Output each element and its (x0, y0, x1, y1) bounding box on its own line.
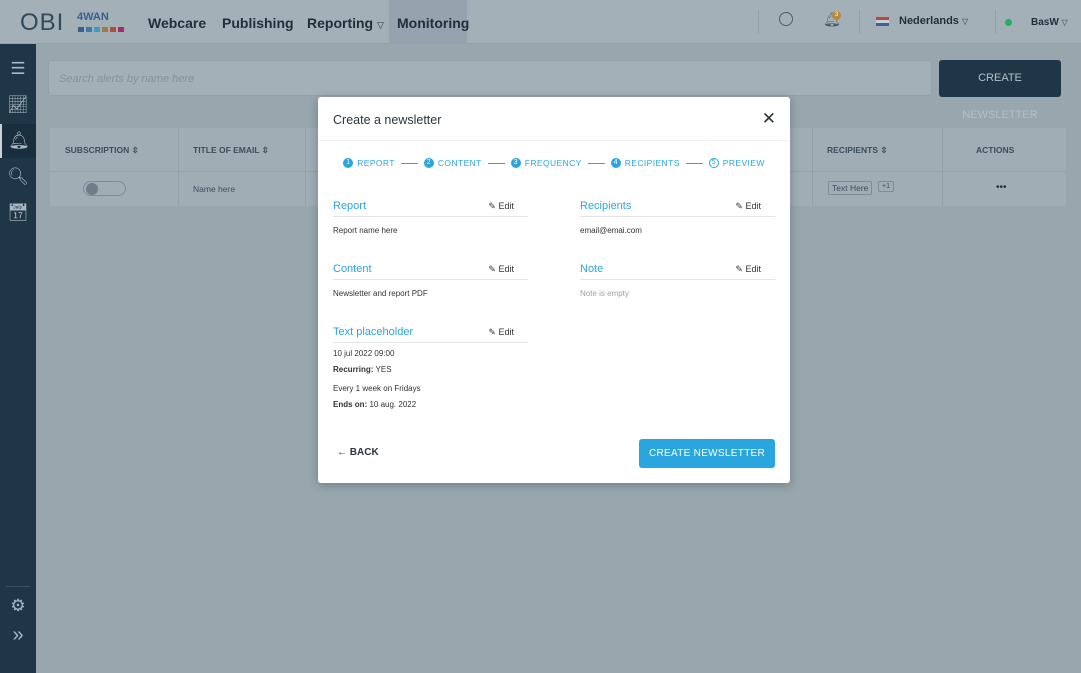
edit-report-button[interactable]: ✎ Edit (488, 201, 514, 212)
edit-content-button[interactable]: ✎ Edit (488, 264, 514, 275)
nav-webcare[interactable]: Webcare (140, 0, 214, 44)
pencil-icon: ✎ (488, 201, 496, 211)
nav-reporting[interactable]: Reporting ▽ (299, 0, 392, 44)
top-header: OBI 4WAN Webcare Publishing Reporting ▽ M… (0, 0, 1081, 44)
section-schedule: Text placeholder ✎ Edit 10 jul 2022 09:00… (333, 323, 528, 412)
calendar-clock-icon[interactable]: 📅︎ (0, 196, 36, 230)
step-content[interactable]: 2 CONTENT (423, 158, 482, 168)
subscription-toggle[interactable] (83, 181, 126, 196)
recipient-tag: Text Here (828, 181, 873, 195)
column-header-actions: ACTIONS (976, 145, 1015, 155)
notification-badge: 3 (832, 11, 841, 20)
search-icon[interactable] (779, 12, 793, 26)
column-header-subscription[interactable]: SUBSCRIPTION ⇳ (65, 145, 139, 156)
submit-create-newsletter-button[interactable]: CREATE NEWSLETTER (639, 439, 775, 468)
recipient-more-badge[interactable]: +1 (878, 181, 894, 192)
chevron-down-icon: ▽ (377, 20, 384, 30)
nav-monitoring[interactable]: Monitoring (389, 0, 469, 44)
edit-recipients-button[interactable]: ✎ Edit (735, 201, 761, 212)
nav-reporting-label: Reporting (307, 15, 374, 31)
stepper: 1 REPORT 2 CONTENT 3 FREQUENCY 4 RECIPIENTS … (318, 158, 790, 168)
column-header-recipients[interactable]: RECIPIENTS ⇳ (827, 145, 888, 156)
logo[interactable]: OBI 4WAN (20, 9, 124, 37)
edit-schedule-button[interactable]: ✎ Edit (488, 327, 514, 338)
user-menu[interactable]: BasW ▽ (1031, 17, 1068, 28)
create-newsletter-modal: Create a newsletter ✕ 1 REPORT 2 CONTENT 3… (318, 97, 790, 483)
column-header-title[interactable]: TITLE OF EMAIL ⇳ (193, 145, 269, 156)
section-content: Content ✎ Edit Newsletter and report PDF (333, 260, 528, 302)
pencil-icon: ✎ (735, 264, 743, 274)
pencil-icon: ✎ (735, 201, 743, 211)
step-report[interactable]: 1 REPORT (343, 158, 395, 168)
online-status-dot (1005, 19, 1012, 26)
analytics-icon[interactable]: 📈︎ (0, 88, 36, 122)
report-search-icon[interactable]: 🔍︎ (0, 160, 36, 194)
section-report: Report ✎ Edit Report name here (333, 197, 528, 239)
create-newsletter-button[interactable]: CREATE NEWSLETTER (939, 60, 1061, 121)
back-button[interactable]: ← BACK (337, 447, 379, 458)
nav-publishing[interactable]: Publishing (214, 0, 302, 44)
alert-bell-icon[interactable]: 🔔︎ (0, 124, 36, 158)
expand-icon[interactable]: » (0, 618, 36, 652)
section-note: Note ✎ Edit Note is empty (580, 260, 775, 302)
sidebar: ☰ 📈︎ 🔔︎ 🔍︎ 📅︎ ⚙ » (0, 44, 36, 673)
pencil-icon: ✎ (488, 264, 496, 274)
step-frequency[interactable]: 3 FREQUENCY (510, 158, 582, 168)
more-actions-button[interactable]: ••• (996, 182, 1007, 193)
step-recipients[interactable]: 4 RECIPIENTS (610, 158, 680, 168)
modal-title: Create a newsletter (333, 113, 442, 127)
list-icon[interactable]: ☰ (0, 52, 36, 86)
section-recipients: Recipients ✎ Edit email@emai.com (580, 197, 775, 239)
close-icon[interactable]: ✕ (762, 109, 776, 129)
arrow-left-icon: ← (337, 447, 347, 458)
search-input[interactable]: Search alerts by name here (48, 60, 932, 96)
pencil-icon: ✎ (488, 327, 496, 337)
netherlands-flag-icon (876, 17, 889, 26)
language-select[interactable]: Nederlands ▽ (899, 15, 968, 27)
email-title: Name here (193, 184, 236, 194)
step-preview[interactable]: 5 PREVIEW (708, 158, 765, 168)
edit-note-button[interactable]: ✎ Edit (735, 264, 761, 275)
